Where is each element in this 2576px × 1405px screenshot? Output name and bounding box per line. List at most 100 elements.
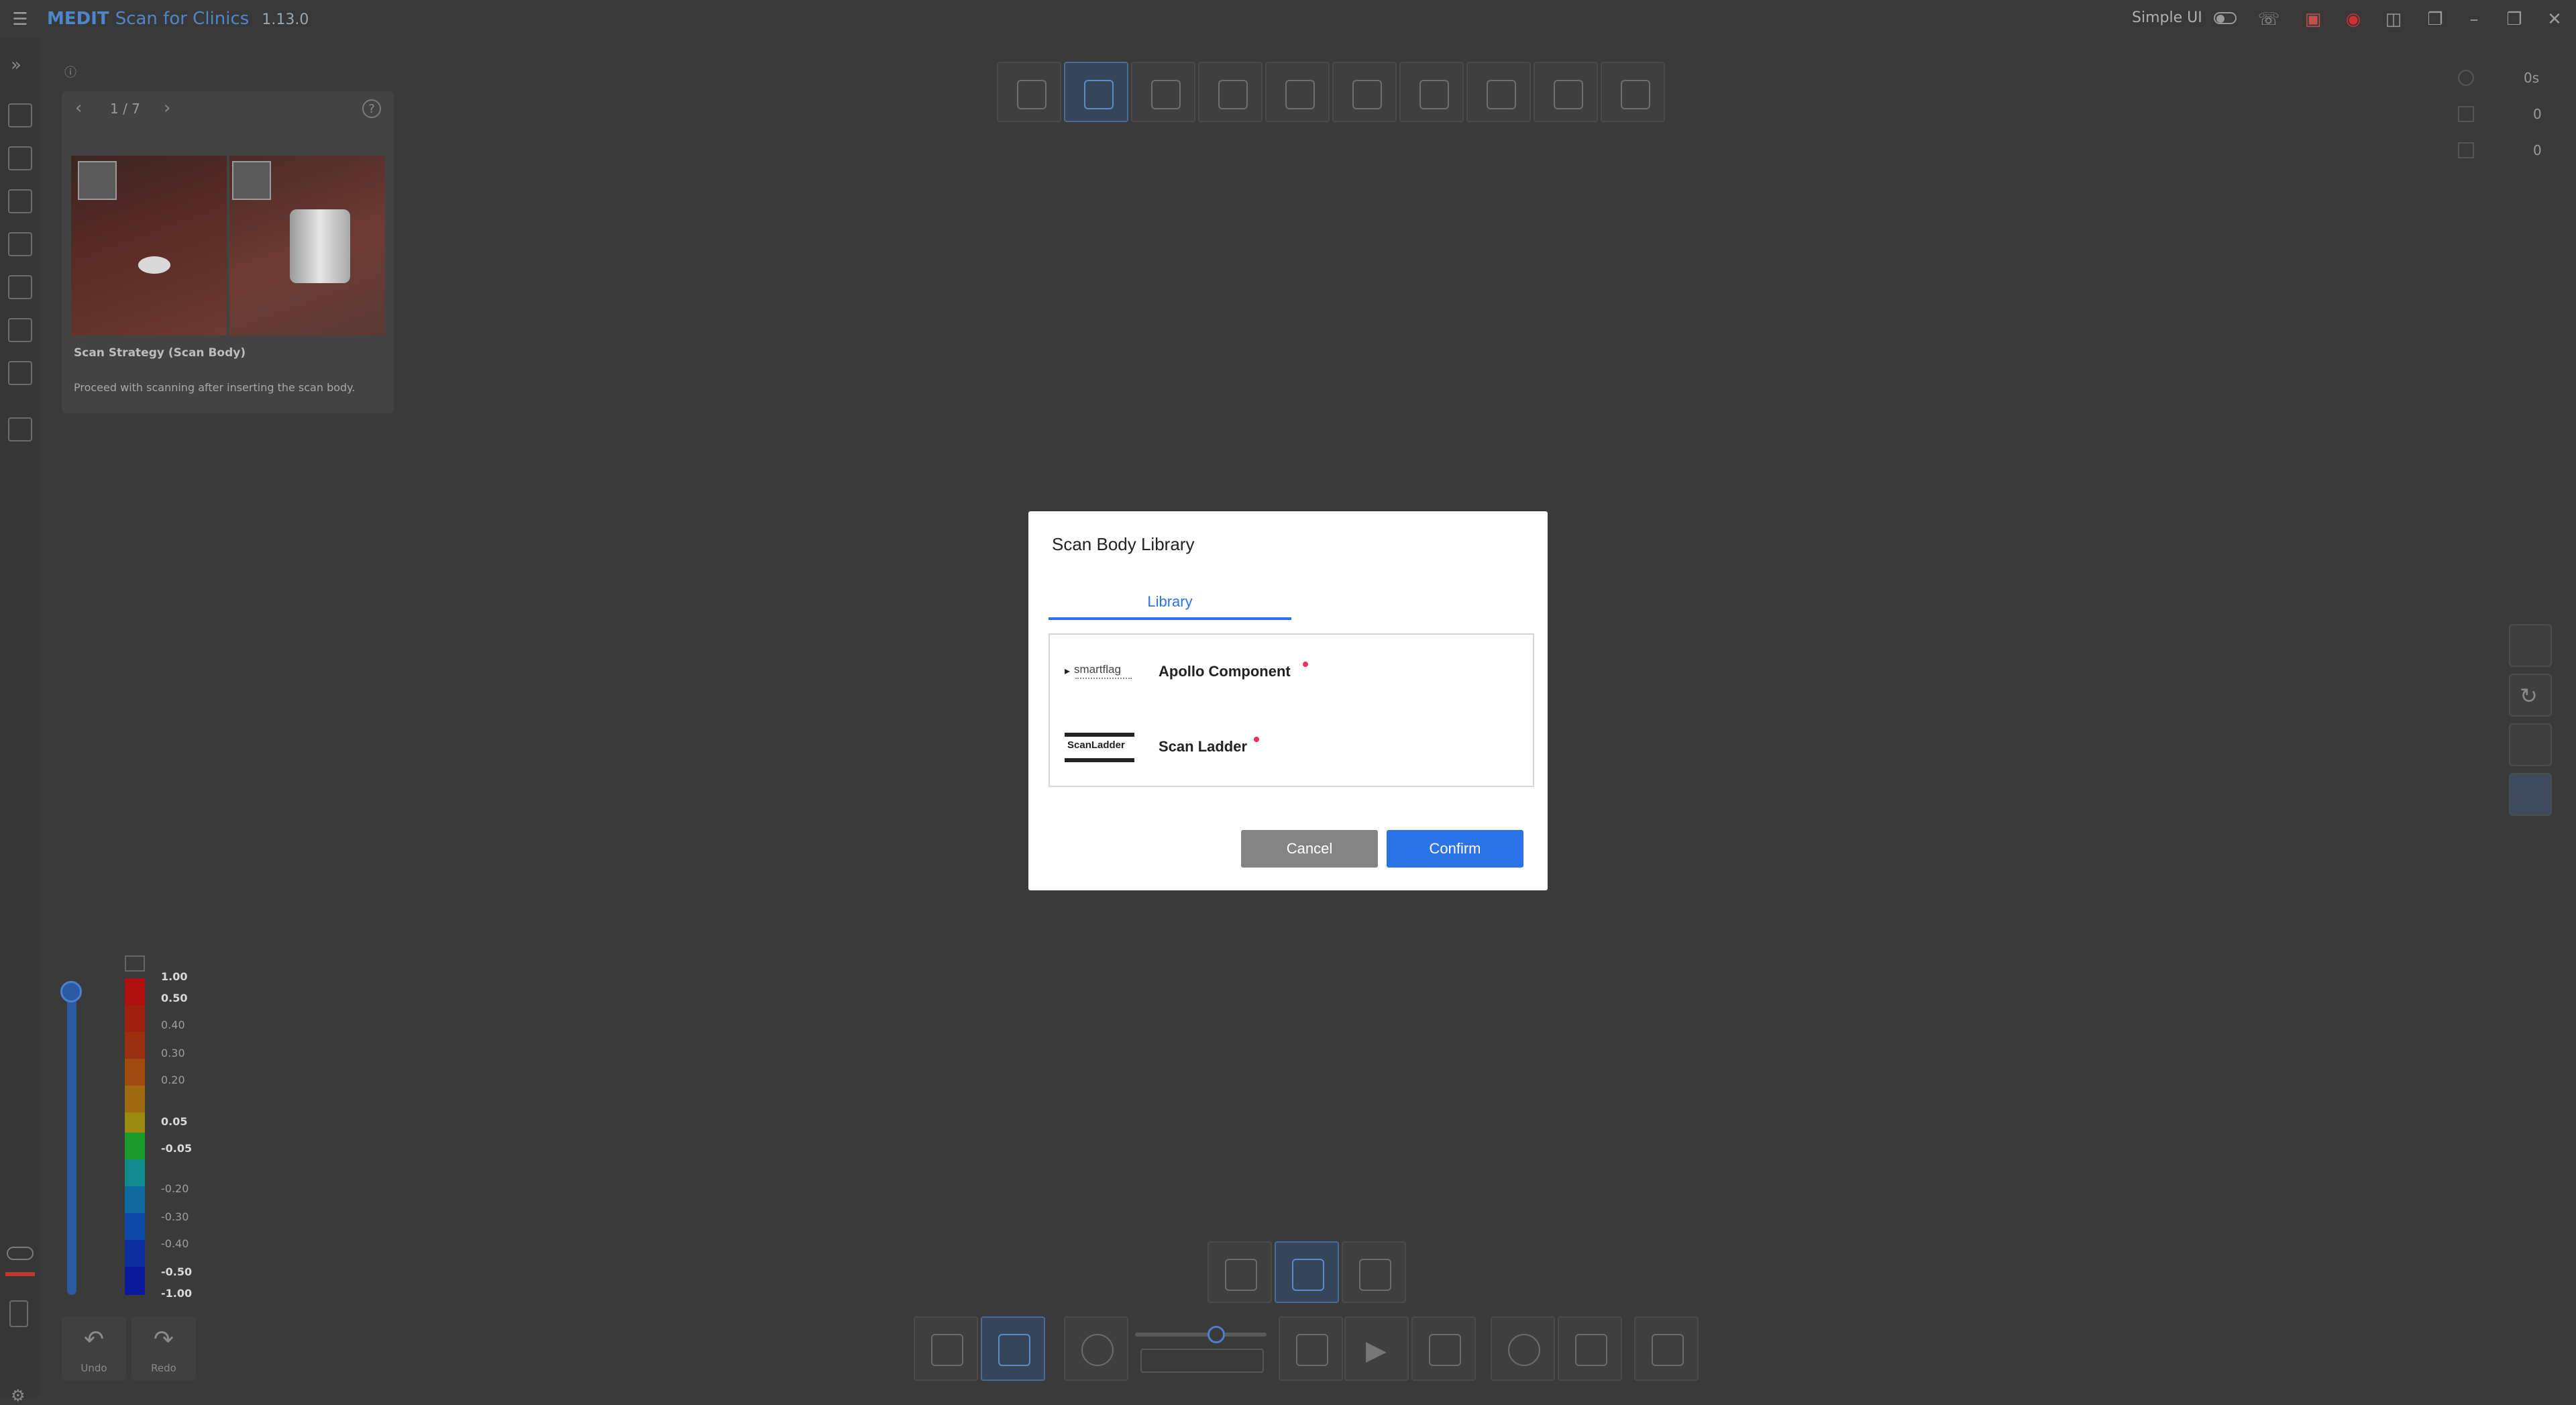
sidebar-tool-8-icon[interactable] (8, 417, 32, 441)
expand-sidebar-icon[interactable]: » (11, 55, 21, 75)
scale-label-max: 1.00 (161, 970, 188, 983)
maximize-icon[interactable]: ❐ (2501, 6, 2528, 33)
model-view-button[interactable] (2509, 723, 2552, 766)
simple-ui-label: Simple UI (2132, 9, 2202, 26)
app-title: MEDIT Scan for Clinics 1.13.0 (47, 5, 309, 34)
scan-time: 0s (2524, 70, 2540, 86)
play-button[interactable]: ▶ (1344, 1316, 1409, 1381)
record-icon[interactable]: ◉ (2340, 6, 2367, 33)
delete-button[interactable] (1558, 1316, 1622, 1381)
settings-gear-icon[interactable]: ⚙ (11, 1386, 25, 1405)
report-button[interactable] (1634, 1316, 1699, 1381)
title-bar: ☰ MEDIT Scan for Clinics 1.13.0 Simple U… (0, 0, 2576, 39)
undo-label: Undo (80, 1362, 107, 1374)
next-page-icon[interactable]: › (164, 98, 170, 118)
data-count-icon (2458, 106, 2474, 122)
scan-mode-button[interactable] (981, 1316, 1045, 1381)
sidebar-tool-4-icon[interactable] (8, 232, 32, 256)
stage-mandible-button[interactable] (1265, 62, 1330, 122)
guide-image-left (71, 156, 227, 335)
undo-button[interactable]: ↶ Undo (62, 1316, 126, 1381)
sidebar-tool-5-icon[interactable] (8, 275, 32, 299)
info-icon[interactable]: ⓘ (64, 63, 76, 81)
stage-analysis-button[interactable] (1534, 62, 1598, 122)
brand-name: MEDIT (47, 9, 109, 29)
touch-icon[interactable] (9, 1300, 28, 1327)
scale-label: 0.05 (161, 1115, 188, 1128)
scale-label: -0.20 (161, 1182, 189, 1195)
library-item-apollo-component[interactable]: ▸ smartflag Apollo Component (1050, 635, 1533, 710)
tab-library[interactable]: Library (1049, 585, 1291, 620)
scale-slider[interactable] (67, 986, 76, 1295)
guide-title: Scan Strategy (Scan Body) (74, 346, 246, 360)
scan-list-button[interactable] (1208, 1241, 1272, 1303)
scale-label: 0.20 (161, 1074, 185, 1086)
window-icon[interactable]: ❐ (2422, 6, 2449, 33)
stage-maxilla-button[interactable] (1131, 62, 1195, 122)
new-badge-dot (1254, 737, 1259, 742)
sidebar-tool-2-icon[interactable] (8, 146, 32, 170)
stage-occlusion2-button[interactable] (1399, 62, 1464, 122)
confirm-button[interactable]: Confirm (1387, 830, 1523, 868)
library-item-scan-ladder[interactable]: ScanLadder Scan Ladder (1050, 710, 1533, 785)
app-version: 1.13.0 (262, 11, 309, 28)
help-icon[interactable]: ? (362, 99, 381, 118)
sidebar-tool-7-icon[interactable] (8, 361, 32, 385)
guide-panel: ‹ 1 / 7 › ? Scan Strategy (Scan Body) Pr… (62, 91, 394, 413)
undo-icon: ↶ (83, 1326, 105, 1353)
stage-occlusion3-button[interactable] (1466, 62, 1531, 122)
scale-label: 0.30 (161, 1047, 185, 1059)
sidebar-tool-1-icon[interactable] (8, 103, 32, 127)
shot-count: 0 (2533, 142, 2542, 158)
record-screen-icon[interactable]: ▣ (2300, 6, 2326, 33)
ai-filter-button[interactable] (1064, 1316, 1128, 1381)
page-indicator: 1 / 7 (110, 101, 140, 117)
scale-settings-icon[interactable] (125, 955, 145, 972)
guide-description: Proceed with scanning after inserting th… (74, 381, 356, 394)
deviation-map-button[interactable] (1275, 1241, 1339, 1303)
magnify-button[interactable] (1491, 1316, 1555, 1381)
hamburger-menu-icon[interactable]: ☰ (7, 6, 34, 33)
app-name: Scan for Clinics (115, 9, 250, 29)
filter-options-group[interactable] (1140, 1349, 1264, 1373)
depth-slider[interactable] (1135, 1333, 1267, 1337)
library-item-name: Apollo Component (1159, 663, 1291, 680)
scanbody-toggle-button[interactable] (1411, 1316, 1476, 1381)
remote-support-icon[interactable]: ☏ (2255, 6, 2282, 33)
sidebar-tool-3-icon[interactable] (8, 189, 32, 213)
status-indicator (5, 1272, 35, 1276)
stage-occlusion1-button[interactable] (1332, 62, 1397, 122)
hd-mode-button[interactable] (1279, 1316, 1343, 1381)
camera-icon[interactable]: ◫ (2380, 6, 2407, 33)
stage-complete-button[interactable] (1601, 62, 1665, 122)
scale-label: -0.50 (161, 1265, 193, 1278)
close-icon[interactable]: ✕ (2541, 6, 2568, 33)
cancel-button[interactable]: Cancel (1241, 830, 1378, 868)
scale-label-min: -1.00 (161, 1287, 193, 1300)
rotate-view-button[interactable]: ↻ (2509, 674, 2552, 717)
scale-label: -0.30 (161, 1210, 189, 1223)
simple-ui-toggle[interactable] (2214, 12, 2237, 24)
depth-slider-knob[interactable] (1208, 1326, 1225, 1343)
scale-slider-knob[interactable] (60, 981, 82, 1002)
redo-icon: ↷ (153, 1326, 174, 1353)
scanner-settings-button[interactable] (914, 1316, 978, 1381)
stage-scanbody-button[interactable] (1064, 62, 1128, 122)
stage-notes-button[interactable] (997, 62, 1061, 122)
sidebar-tool-6-icon[interactable] (8, 318, 32, 342)
prev-page-icon[interactable]: ‹ (75, 98, 82, 118)
view-camera-button[interactable] (2509, 624, 2552, 667)
shot-count-icon (2458, 142, 2474, 158)
left-sidebar: » ⚙ (0, 39, 40, 1405)
split-view-button[interactable] (1342, 1241, 1406, 1303)
scale-label: -0.40 (161, 1237, 189, 1250)
stage-scanbody2-button[interactable] (1198, 62, 1263, 122)
minimize-icon[interactable]: – (2461, 6, 2487, 33)
data-count: 0 (2533, 106, 2542, 122)
library-item-name: Scan Ladder (1159, 738, 1248, 755)
display-mode-button[interactable] (2509, 773, 2552, 816)
link-icon[interactable] (7, 1247, 34, 1260)
redo-button[interactable]: ↷ Redo (131, 1316, 196, 1381)
timer-icon (2458, 70, 2474, 86)
new-badge-dot (1303, 662, 1308, 667)
